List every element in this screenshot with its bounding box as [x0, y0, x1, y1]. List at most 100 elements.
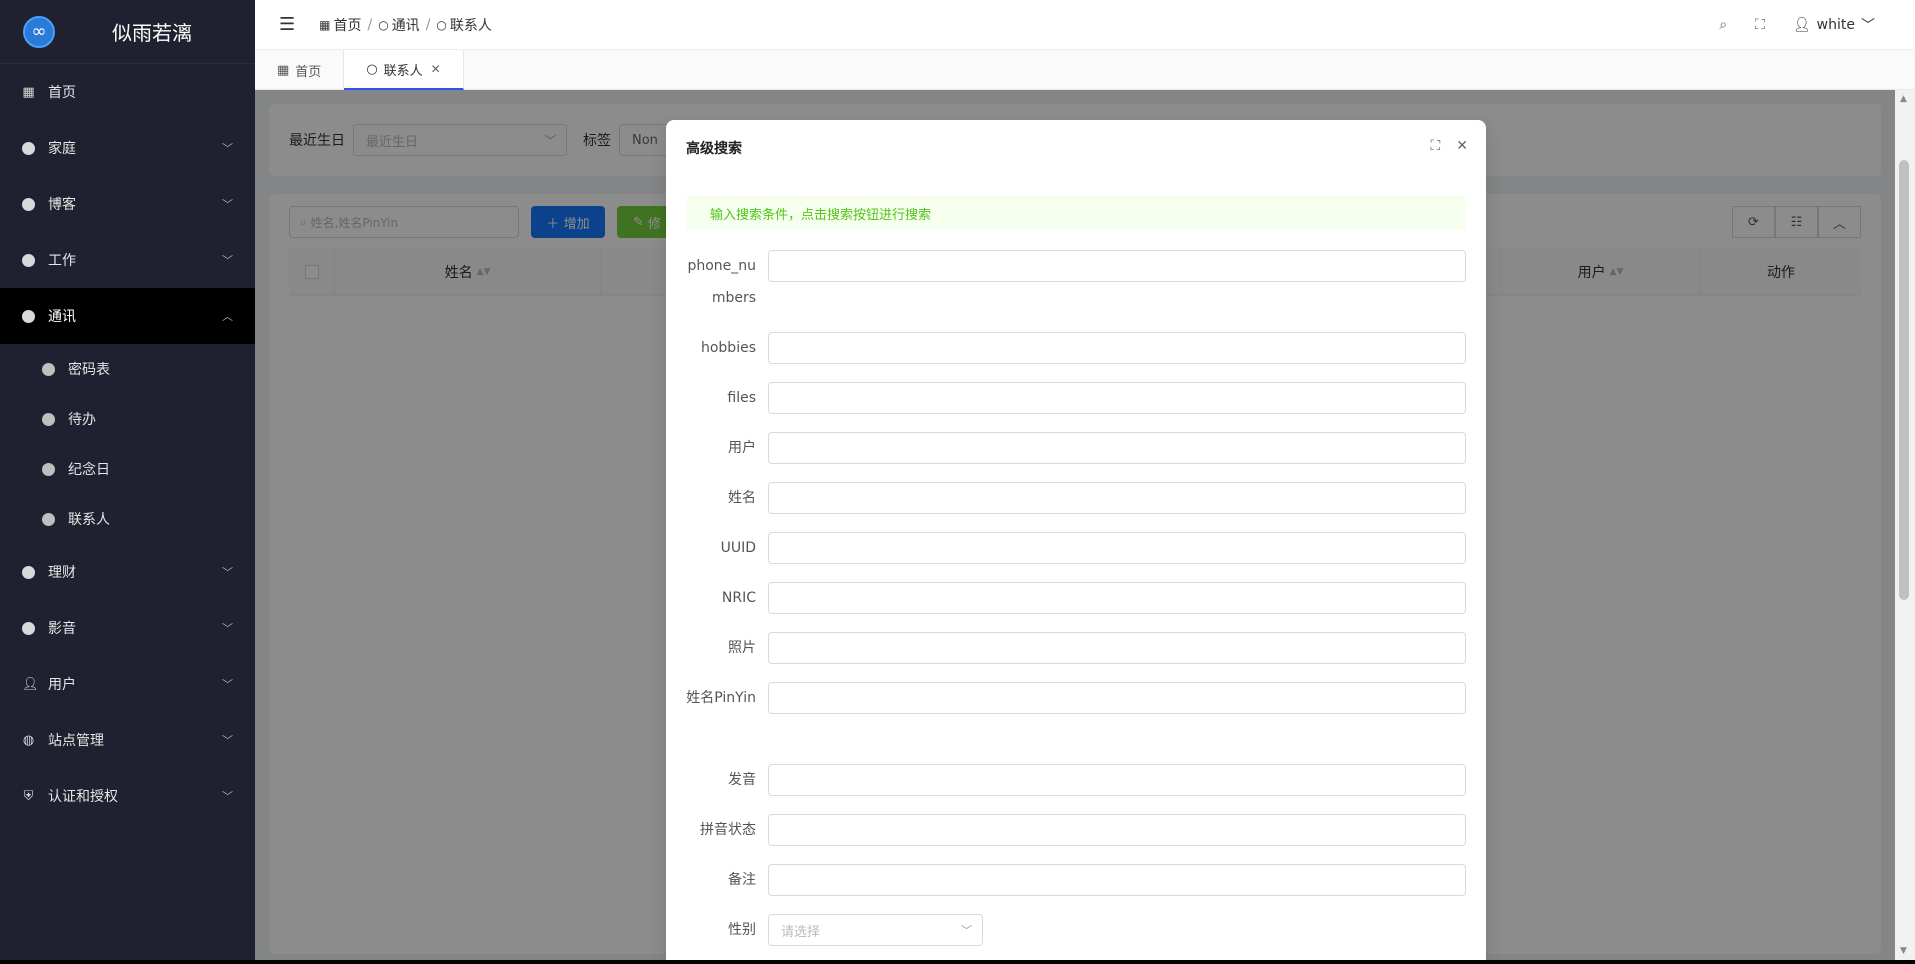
tab-label: 首页: [295, 64, 322, 80]
dot-icon: [22, 621, 35, 635]
field-label: 姓名PinYin: [686, 690, 756, 706]
sidebar-item-label: 理财: [48, 565, 76, 581]
dot-icon: [22, 141, 35, 155]
dot-icon: [22, 197, 35, 211]
sidebar-item-home[interactable]: ▦ 首页: [0, 64, 255, 120]
sidebar-item-label: 用户: [48, 677, 76, 693]
dot-icon: [22, 253, 35, 267]
breadcrumb-separator: /: [425, 16, 431, 33]
field-label: 姓名: [728, 490, 756, 506]
search-icon[interactable]: ⌕: [1719, 17, 1727, 33]
sidebar-subitem-label: 待办: [68, 412, 96, 428]
grid-icon: ▦: [319, 17, 331, 32]
gender-select[interactable]: 请选择 ﹀: [768, 914, 983, 946]
field-uuid: UUID: [686, 532, 1466, 564]
field-remarks: 备注: [686, 864, 1466, 896]
user-menu[interactable]: 👤︎ white ﹀: [1793, 15, 1875, 35]
name-input[interactable]: [768, 482, 1466, 514]
sidebar-item-communication[interactable]: 通讯 ︿: [0, 288, 255, 344]
dot-icon: [22, 565, 35, 579]
user-icon: 👤︎: [22, 676, 39, 692]
grid-icon: ▦: [22, 84, 35, 100]
name-pinyin-input[interactable]: [768, 682, 1466, 714]
field-label: 拼音状态: [700, 822, 756, 838]
logo-area: ∞ 似雨若漓: [0, 0, 255, 64]
sidebar-item-site-admin[interactable]: ◍ 站点管理 ﹀: [0, 712, 255, 768]
chevron-down-icon: ﹀: [961, 924, 972, 937]
pinyin-status-input[interactable]: [768, 814, 1466, 846]
sidebar-subitem-anniversary[interactable]: 纪念日: [0, 444, 255, 494]
sidebar-item-users[interactable]: 👤︎ 用户 ﹀: [0, 656, 255, 712]
field-pinyin-status: 拼音状态: [686, 814, 1466, 846]
sidebar-subitem-passwords[interactable]: 密码表: [0, 344, 255, 394]
sidebar-item-label: 博客: [48, 197, 76, 213]
close-icon[interactable]: ✕: [1456, 138, 1468, 154]
field-label: phone_numbers: [687, 258, 756, 306]
tab-label: 联系人: [383, 63, 423, 79]
photo-input[interactable]: [768, 632, 1466, 664]
sidebar-item-finance[interactable]: 理财 ﹀: [0, 544, 255, 600]
sidebar-item-family[interactable]: 家庭 ﹀: [0, 120, 255, 176]
sidebar-subitem-label: 纪念日: [68, 462, 110, 478]
tab-contacts[interactable]: ○ 联系人 ✕: [344, 50, 464, 90]
field-name-pinyin: 姓名PinYin: [686, 682, 1466, 714]
field-label: 备注: [728, 872, 756, 888]
top-header: ☰ ▦ 首页 / ○ 通讯 / ○ 联系人 ⌕ ⛶ 👤︎ white ﹀: [255, 0, 1915, 50]
field-label: UUID: [720, 540, 756, 556]
sidebar-subitem-todo[interactable]: 待办: [0, 394, 255, 444]
scrollbar-thumb[interactable]: [1899, 160, 1909, 600]
advanced-search-modal: 高级搜索 ⛶ ✕ 输入搜索条件，点击搜索按钮进行搜索 phone_numbers…: [666, 120, 1486, 964]
user-input[interactable]: [768, 432, 1466, 464]
modal-title: 高级搜索: [686, 141, 742, 157]
scroll-down-icon[interactable]: ▼: [1900, 946, 1907, 956]
scrollbar[interactable]: ▲ ▼: [1895, 90, 1915, 960]
chevron-down-icon: ﹀: [222, 254, 233, 267]
sidebar-item-media[interactable]: 影音 ﹀: [0, 600, 255, 656]
field-phone-numbers: phone_numbers: [686, 250, 1466, 314]
maximize-icon[interactable]: ⛶: [1430, 138, 1440, 154]
sidebar-subitem-contacts[interactable]: 联系人: [0, 494, 255, 544]
breadcrumb-item: 联系人: [449, 17, 492, 34]
field-label: 性别: [728, 922, 756, 938]
phone-numbers-input[interactable]: [768, 250, 1466, 282]
window-bottom-edge: [0, 960, 1915, 964]
field-gender: 性别 请选择 ﹀: [686, 914, 1466, 946]
breadcrumb-item[interactable]: 首页: [333, 15, 361, 35]
sidebar: ∞ 似雨若漓 ▦ 首页 家庭 ﹀ 博客 ﹀ 工作 ﹀ 通讯 ︿ 密码表 待办 纪…: [0, 0, 255, 960]
sidebar-item-label: 影音: [48, 621, 76, 637]
username: white: [1816, 17, 1855, 33]
modal-actions: ⛶ ✕: [1430, 138, 1468, 154]
nric-input[interactable]: [768, 582, 1466, 614]
sidebar-item-label: 站点管理: [48, 733, 104, 749]
uuid-input[interactable]: [768, 532, 1466, 564]
sidebar-subitem-label: 联系人: [68, 512, 110, 528]
hobbies-input[interactable]: [768, 332, 1466, 364]
app-title: 似雨若漓: [112, 21, 192, 45]
pronunciation-input[interactable]: [768, 764, 1466, 796]
fullscreen-icon[interactable]: ⛶: [1755, 17, 1765, 33]
sidebar-item-auth[interactable]: ⛨ 认证和授权 ﹀: [0, 768, 255, 824]
chevron-down-icon: ﹀: [222, 142, 233, 155]
dot-icon: [42, 462, 55, 476]
scroll-up-icon[interactable]: ▲: [1900, 94, 1907, 104]
header-actions: ⌕ ⛶ 👤︎ white ﹀: [1719, 0, 1875, 50]
breadcrumb-item[interactable]: 通讯: [392, 15, 420, 35]
dot-icon: [42, 512, 55, 526]
chevron-down-icon: ﹀: [222, 734, 233, 747]
sidebar-item-label: 通讯: [48, 309, 76, 325]
files-input[interactable]: [768, 382, 1466, 414]
remarks-input[interactable]: [768, 864, 1466, 896]
sidebar-item-work[interactable]: 工作 ﹀: [0, 232, 255, 288]
chevron-down-icon: ﹀: [222, 790, 233, 803]
circle-icon: ○: [378, 17, 389, 32]
chevron-down-icon: ﹀: [1861, 18, 1875, 34]
field-name: 姓名: [686, 482, 1466, 514]
sidebar-item-label: 工作: [48, 253, 76, 269]
sidebar-item-label: 家庭: [48, 141, 76, 157]
field-label: files: [727, 390, 756, 406]
menu-fold-icon[interactable]: ☰: [279, 14, 295, 35]
close-icon[interactable]: ✕: [431, 62, 441, 76]
sidebar-item-blog[interactable]: 博客 ﹀: [0, 176, 255, 232]
field-label: 照片: [728, 640, 756, 656]
tab-home[interactable]: ▦ 首页: [255, 50, 345, 90]
